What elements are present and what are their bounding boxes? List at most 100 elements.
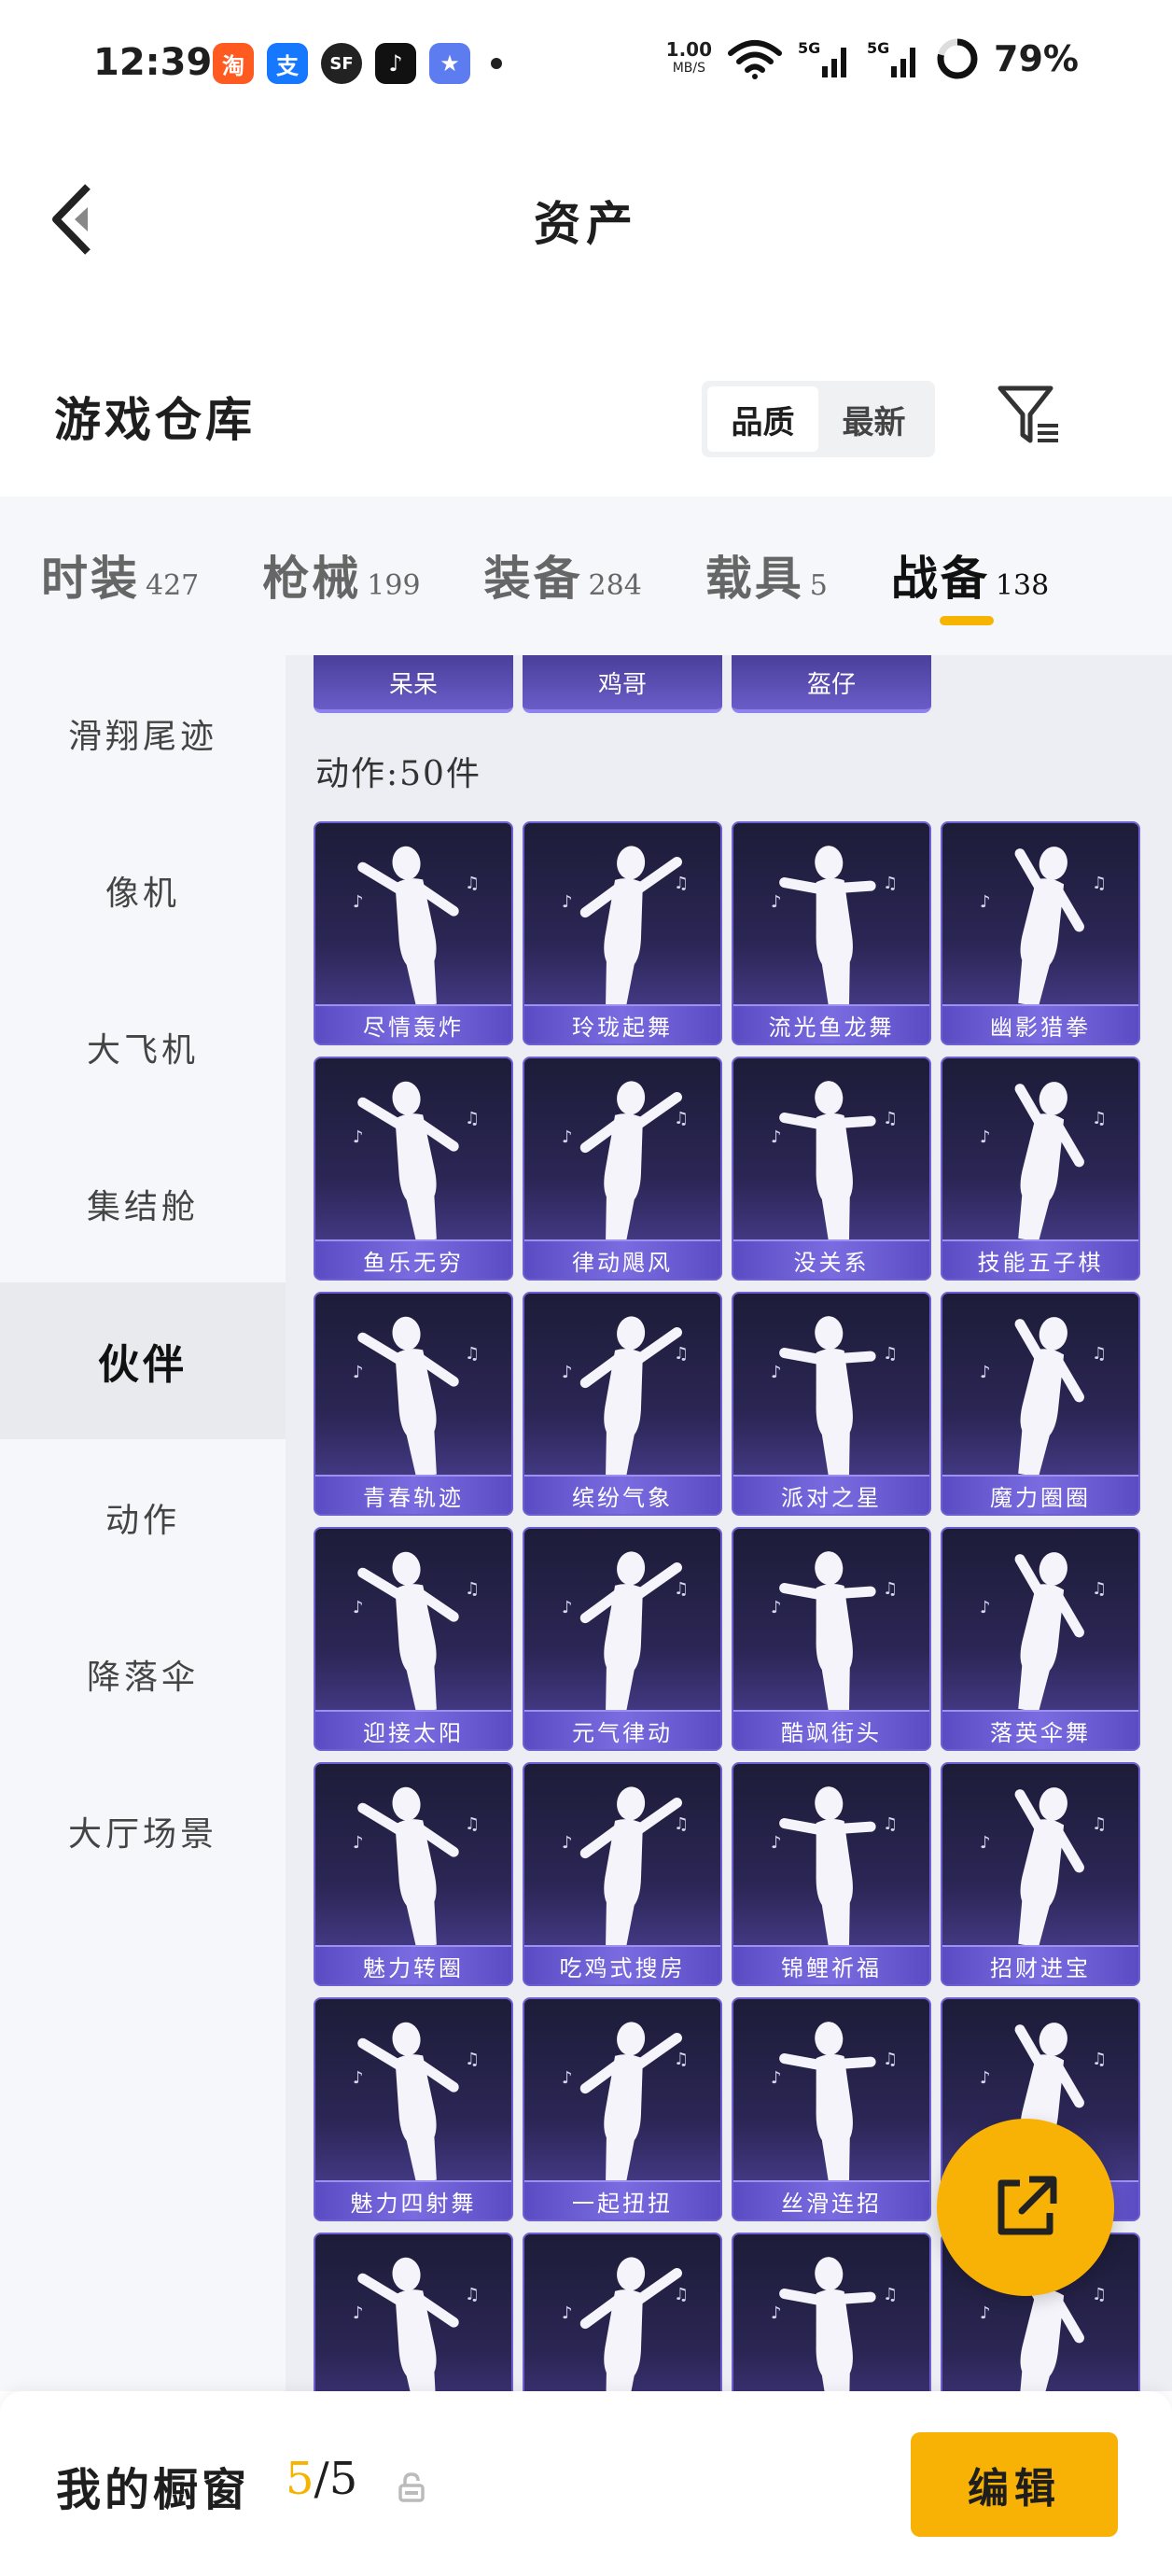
emote-card[interactable]: ♪ ♫ 招财进宝 [941,1762,1140,1986]
svg-text:♪: ♪ [353,1127,364,1147]
emote-card-label: 青春轨迹 [315,1475,511,1514]
svg-text:♫: ♫ [1092,874,1107,893]
emote-card[interactable]: ♪ ♫ 派对之星 [732,1292,931,1516]
emote-card[interactable]: ♪ ♫ 缤纷气象 [523,1292,722,1516]
sidebar-item-parachute[interactable]: 降落伞 [0,1596,286,1753]
showcase-title: 我的橱窗 [56,2464,251,2516]
dancer-silhouette-icon: ♪♫ [562,1316,689,1477]
section-label: 动作:50件 [315,755,481,793]
emote-card[interactable]: ♪ ♫ 丝滑连招 [732,1997,931,2221]
emote-card[interactable]: ♪ ♫ 酷飒街头 [732,1527,931,1751]
share-button[interactable] [937,2119,1114,2296]
network-speed-value: 1.00 [665,38,713,61]
item-card[interactable]: 鸡哥 [523,655,722,713]
edit-button[interactable]: 编辑 [911,2432,1118,2537]
dancer-silhouette-icon: ♪♫ [771,1081,898,1241]
sort-newest-button[interactable]: 最新 [818,386,929,452]
svg-text:♪: ♪ [771,1127,782,1147]
sidebar-item-lobby-scene[interactable]: 大厅场景 [0,1753,286,1910]
sidebar-item-plane[interactable]: 大飞机 [0,969,286,1126]
emote-card-label: 尽情轰炸 [315,1004,511,1043]
emote-card[interactable]: ♪ ♫ 魅力四射舞 [314,1997,513,2221]
sidebar-item-camera[interactable]: 像机 [0,812,286,969]
svg-text:♫: ♫ [674,1109,689,1128]
sidebar-item-pod[interactable]: 集结舱 [0,1126,286,1282]
svg-text:♫: ♫ [883,1109,898,1128]
emote-card-label: 幽影猎拳 [942,1004,1138,1043]
emote-card[interactable]: ♪ ♫ 吃鸡式搜房 [523,1762,722,1986]
emote-card[interactable]: ♪ ♫ 律动飓风 [523,1057,722,1281]
svg-text:♫: ♫ [674,1814,689,1834]
svg-text:♪: ♪ [980,1598,991,1617]
sidebar-item-glide-trail[interactable]: 滑翔尾迹 [0,655,286,812]
svg-text:♫: ♫ [1092,1109,1107,1128]
dancer-silhouette-icon: ♪♫ [353,1316,480,1477]
tab-count: 284 [588,569,642,602]
svg-text:♫: ♫ [465,2285,480,2304]
svg-text:♫: ♫ [674,1344,689,1364]
svg-text:♫: ♫ [883,2285,898,2304]
emote-card[interactable]: ♪ ♫ 迎接太阳 [314,1527,513,1751]
sort-quality-button[interactable]: 品质 [707,386,818,452]
emote-card[interactable]: ♪ ♫ 魅力转圈 [314,1762,513,1986]
tab-vehicles[interactable]: 载具 5 [705,497,828,655]
game-app-icon: ★ [429,43,470,84]
svg-text:♪: ♪ [771,1363,782,1382]
svg-text:♫: ♫ [883,2050,898,2069]
emote-card[interactable]: ♪ ♫ 玲珑起舞 [523,821,722,1045]
emote-card-label: 落英伞舞 [942,1710,1138,1749]
dancer-silhouette-icon: ♪♫ [353,1081,480,1241]
emote-card-label: 一起扭扭 [524,2180,720,2219]
tab-count: 427 [146,569,200,602]
emote-card-label: 迎接太阳 [315,1710,511,1749]
tab-equipment[interactable]: 装备 284 [484,497,642,655]
tab-fashion[interactable]: 时装 427 [41,497,199,655]
svg-text:♪: ♪ [562,1363,573,1382]
sf-express-app-icon: SF [321,43,362,84]
dancer-silhouette-icon: ♪♫ [980,847,1107,1006]
tab-label: 时装 [41,551,140,606]
dancer-silhouette-icon: ♪♫ [771,2022,898,2182]
emote-card[interactable]: ♪ ♫ 魔力圈圈 [941,1292,1140,1516]
svg-text:♫: ♫ [465,1579,480,1599]
emote-card[interactable]: ♪ ♫ 一起扭扭 [523,1997,722,2221]
sidebar-item-partner[interactable]: 伙伴 [0,1282,286,1439]
tab-label: 枪械 [262,551,362,606]
filter-icon[interactable] [997,383,1062,448]
emote-card[interactable]: ♪ ♫ [523,2233,722,2391]
emote-card[interactable]: ♪ ♫ [314,2233,513,2391]
emote-card[interactable]: ♪ ♫ 鱼乐无穷 [314,1057,513,1281]
alipay-app-icon: 支 [267,43,308,84]
dancer-silhouette-icon: ♪♫ [771,1786,898,1947]
emote-card-label: 律动飓风 [524,1239,720,1279]
tab-weapons[interactable]: 枪械 199 [262,497,420,655]
tiktok-app-icon: ♪ [375,43,416,84]
item-card[interactable]: 呆呆 [314,655,513,713]
emote-card-label: 鱼乐无穷 [315,1239,511,1279]
svg-text:♪: ♪ [353,1363,364,1382]
svg-text:♪: ♪ [562,1598,573,1617]
emote-card[interactable]: ♪ ♫ 没关系 [732,1057,931,1281]
emote-card[interactable]: ♪ ♫ 尽情轰炸 [314,821,513,1045]
dancer-silhouette-icon: ♪♫ [980,1552,1107,1712]
svg-text:♪: ♪ [771,2068,782,2088]
svg-text:♫: ♫ [1092,1579,1107,1599]
dancer-silhouette-icon: ♪♫ [771,1551,898,1712]
emote-card[interactable]: ♪ ♫ 流光鱼龙舞 [732,821,931,1045]
sidebar-item-emote[interactable]: 动作 [0,1439,286,1596]
emote-card[interactable]: ♪ ♫ 锦鲤祈福 [732,1762,931,1986]
svg-text:♫: ♫ [465,874,480,893]
emote-card[interactable]: ♪ ♫ 落英伞舞 [941,1527,1140,1751]
emote-card[interactable]: ♪ ♫ 元气律动 [523,1527,722,1751]
emote-card[interactable]: ♪ ♫ 技能五子棋 [941,1057,1140,1281]
emote-card[interactable]: ♪ ♫ 幽影猎拳 [941,821,1140,1045]
svg-text:5G: 5G [867,39,889,57]
svg-text:♪: ♪ [562,1127,573,1147]
item-card[interactable]: 盔仔 [732,655,931,713]
emote-card[interactable]: ♪ ♫ 青春轨迹 [314,1292,513,1516]
emote-card[interactable]: ♪ ♫ [732,2233,931,2391]
sort-toggle: 品质 最新 [702,381,935,457]
tab-battle-gear[interactable]: 战备 138 [891,497,1049,655]
svg-text:♪: ♪ [980,1363,991,1382]
share-icon [998,2176,1057,2235]
